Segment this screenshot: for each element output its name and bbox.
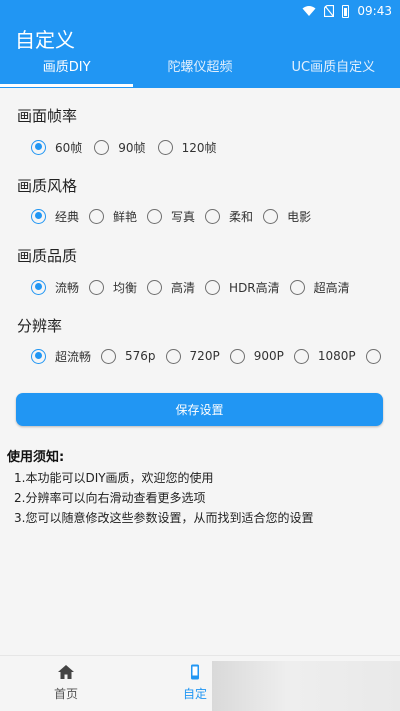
radio-button[interactable] — [31, 139, 46, 155]
radio-button[interactable] — [165, 348, 181, 364]
radio-label: 高清 — [171, 280, 196, 295]
radio-option[interactable]: 柔和 — [205, 208, 253, 225]
notes-title: 使用须知: — [7, 450, 65, 465]
radio-option[interactable]: 鲜艳 — [89, 208, 137, 225]
radio-option[interactable]: 流畅 — [31, 279, 79, 296]
save-settings-button[interactable]: 保存设置 — [16, 393, 383, 426]
radio-button[interactable] — [147, 208, 163, 224]
wifi-icon — [302, 6, 316, 16]
radio-label: 写真 — [171, 209, 196, 224]
radio-option[interactable]: 超流畅 — [31, 348, 91, 365]
note-item: 1.本功能可以DIY画质，欢迎您的使用 — [14, 471, 214, 485]
radio-option[interactable]: 经典 — [31, 208, 79, 225]
radio-label: 经典 — [55, 209, 80, 224]
radio-option[interactable]: 均衡 — [89, 279, 137, 296]
radio-button[interactable] — [31, 208, 46, 224]
radio-label: 流畅 — [55, 280, 80, 295]
radio-button[interactable] — [263, 208, 279, 224]
radio-option[interactable]: 高清 — [147, 279, 195, 296]
radio-option[interactable]: 电影 — [263, 208, 311, 225]
radio-button[interactable] — [89, 279, 105, 295]
radio-option[interactable]: 720P — [165, 348, 220, 364]
tab-quality-diy[interactable]: 画质DIY — [0, 54, 134, 88]
radio-label: 1080P — [317, 349, 356, 363]
note-item: 2.分辨率可以向右滑动查看更多选项 — [14, 491, 206, 505]
radio-button[interactable] — [147, 279, 163, 295]
radio-label: HDR高清 — [229, 280, 280, 295]
radio-label: 电影 — [287, 209, 312, 224]
radio-button[interactable] — [101, 348, 117, 364]
radio-label: 柔和 — [229, 209, 254, 224]
radio-label: 576p — [125, 349, 156, 363]
radio-label: 90帧 — [118, 140, 146, 155]
home-icon — [58, 665, 74, 679]
note-item: 3.您可以随意修改这些参数设置，从而找到适合您的设置 — [14, 511, 314, 525]
radio-option[interactable]: 超高清 — [289, 279, 350, 296]
tab-bar: 画质DIY 陀螺仪超频 UC画质自定义 — [0, 54, 400, 88]
status-bar: 09:43 — [0, 0, 400, 22]
usage-notes: 使用须知: 1.本功能可以DIY画质，欢迎您的使用 2.分辨率可以向右滑动查看更… — [7, 446, 313, 528]
radio-label: 超高清 — [313, 280, 350, 295]
radio-option[interactable] — [365, 348, 390, 364]
radio-option[interactable]: 90帧 — [94, 139, 146, 156]
radio-button[interactable] — [293, 348, 309, 364]
radio-option[interactable]: HDR高清 — [205, 279, 280, 296]
quality-level-options: 流畅 均衡 高清 HDR高清 超高清 — [31, 277, 360, 297]
radio-button[interactable] — [205, 208, 221, 224]
nav-item-home[interactable]: 首页 — [31, 656, 101, 702]
no-sim-icon — [324, 5, 335, 17]
quality-level-title: 画质品质 — [17, 247, 78, 265]
blurred-overlay — [212, 661, 400, 711]
phone-icon — [191, 664, 199, 680]
radio-label: 720P — [189, 349, 220, 363]
radio-button[interactable] — [157, 139, 173, 155]
nav-label: 首页 — [53, 687, 78, 701]
radio-button[interactable] — [89, 208, 105, 224]
radio-option[interactable]: 60帧 — [31, 139, 82, 156]
radio-button[interactable] — [229, 348, 245, 364]
radio-option[interactable]: 120帧 — [157, 139, 217, 156]
frame-rate-title: 画面帧率 — [17, 107, 78, 125]
radio-button[interactable] — [365, 348, 381, 364]
resolution-title: 分辨率 — [17, 317, 63, 335]
quality-style-options: 经典 鲜艳 写真 柔和 电影 — [31, 206, 321, 226]
radio-button[interactable] — [31, 279, 46, 295]
radio-label: 60帧 — [55, 140, 83, 155]
quality-style-title: 画质风格 — [17, 177, 78, 195]
battery-icon — [342, 4, 350, 18]
nav-label: 自定 — [182, 687, 207, 701]
radio-button[interactable] — [94, 139, 110, 155]
page-title: 自定义 — [15, 28, 75, 52]
radio-button[interactable] — [205, 279, 221, 295]
radio-label: 120帧 — [181, 140, 217, 155]
radio-label: 鲜艳 — [113, 209, 138, 224]
radio-button[interactable] — [289, 279, 305, 295]
radio-label: 900P — [253, 349, 284, 363]
radio-button[interactable] — [31, 348, 46, 364]
app-bar: 09:43 自定义 画质DIY 陀螺仪超频 UC画质自定义 — [0, 0, 400, 88]
resolution-options[interactable]: 超流畅 576p 720P 900P 1080P — [31, 346, 391, 366]
radio-option[interactable]: 576p — [101, 348, 156, 364]
tab-uc-quality-custom[interactable]: UC画质自定义 — [267, 54, 400, 88]
radio-option[interactable]: 900P — [229, 348, 284, 364]
radio-label: 超流畅 — [55, 349, 92, 364]
status-time: 09:43 — [357, 4, 392, 18]
radio-option[interactable]: 写真 — [147, 208, 195, 225]
radio-label: 均衡 — [113, 280, 138, 295]
frame-rate-options: 60帧 90帧 120帧 — [31, 137, 226, 157]
tab-gyroscope-overclock[interactable]: 陀螺仪超频 — [133, 54, 266, 88]
radio-option[interactable]: 1080P — [293, 348, 356, 364]
